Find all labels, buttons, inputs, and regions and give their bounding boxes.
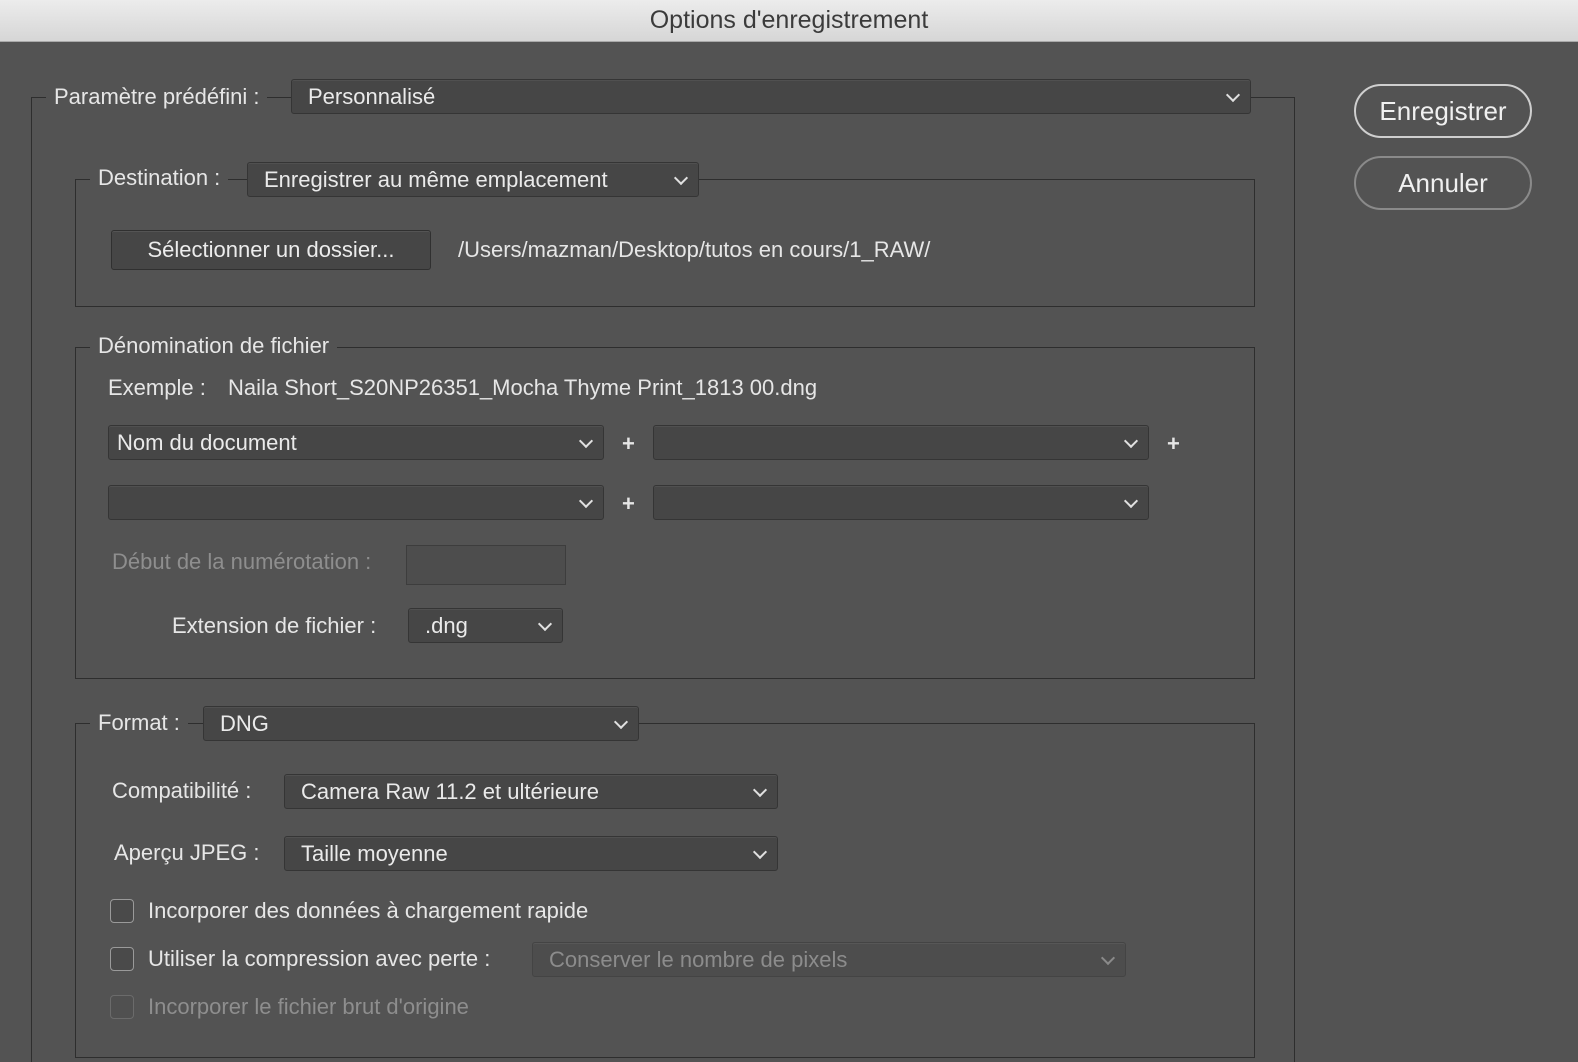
naming-field-1[interactable]: Nom du document bbox=[108, 425, 604, 460]
format-label: Format : bbox=[90, 708, 188, 738]
destination-value: Enregistrer au même emplacement bbox=[264, 166, 608, 192]
cancel-button[interactable]: Annuler bbox=[1354, 156, 1532, 210]
preview-value: Taille moyenne bbox=[301, 840, 448, 866]
lossy-select[interactable]: Conserver le nombre de pixels bbox=[532, 942, 1126, 977]
numbering-label: Début de la numérotation : bbox=[112, 549, 372, 574]
embed-raw-checkbox[interactable] bbox=[110, 995, 134, 1019]
embed-raw-label: Incorporer le fichier brut d'origine bbox=[148, 994, 469, 1019]
example-value: Naila Short_S20NP26351_Mocha Thyme Print… bbox=[228, 375, 818, 400]
preview-select[interactable]: Taille moyenne bbox=[284, 836, 778, 871]
format-select[interactable]: DNG bbox=[203, 706, 639, 741]
destination-path: /Users/mazman/Desktop/tutos en cours/1_R… bbox=[458, 237, 931, 262]
destination-select[interactable]: Enregistrer au même emplacement bbox=[247, 162, 699, 197]
example-label: Exemple : bbox=[108, 375, 206, 400]
chevron-down-icon bbox=[1123, 493, 1139, 508]
preset-value: Personnalisé bbox=[308, 83, 436, 109]
compat-value: Camera Raw 11.2 et ultérieure bbox=[301, 778, 599, 804]
compat-select[interactable]: Camera Raw 11.2 et ultérieure bbox=[284, 774, 778, 809]
lossy-value: Conserver le nombre de pixels bbox=[549, 946, 848, 972]
compat-label: Compatibilité : bbox=[112, 778, 252, 803]
plus-3: + bbox=[622, 491, 635, 516]
naming-section-label: Dénomination de fichier bbox=[90, 331, 338, 361]
title-bar: Options d'enregistrement bbox=[0, 0, 1578, 42]
naming-field-4[interactable] bbox=[653, 485, 1149, 520]
chevron-down-icon bbox=[578, 493, 594, 508]
window-title: Options d'enregistrement bbox=[649, 6, 929, 34]
naming-field-3[interactable] bbox=[108, 485, 604, 520]
lossy-checkbox[interactable] bbox=[110, 947, 134, 971]
numbering-input[interactable] bbox=[406, 545, 566, 585]
chevron-down-icon bbox=[1123, 433, 1139, 448]
fast-load-label: Incorporer des données à chargement rapi… bbox=[148, 898, 589, 923]
plus-1: + bbox=[622, 431, 635, 456]
save-button[interactable]: Enregistrer bbox=[1354, 84, 1532, 138]
naming-field-2[interactable] bbox=[653, 425, 1149, 460]
destination-label: Destination : bbox=[90, 163, 229, 193]
fast-load-checkbox[interactable] bbox=[110, 899, 134, 923]
preview-label: Aperçu JPEG : bbox=[114, 840, 260, 865]
plus-2: + bbox=[1167, 431, 1180, 456]
preset-label: Paramètre prédéfini : bbox=[46, 82, 268, 112]
format-value: DNG bbox=[220, 710, 269, 736]
extension-select[interactable]: .dng bbox=[408, 608, 563, 643]
preset-select[interactable]: Personnalisé bbox=[291, 79, 1251, 114]
naming-field-1-value: Nom du document bbox=[117, 429, 297, 455]
extension-label: Extension de fichier : bbox=[172, 613, 377, 638]
lossy-label: Utiliser la compression avec perte : bbox=[148, 946, 491, 971]
select-folder-button[interactable]: Sélectionner un dossier... bbox=[111, 230, 431, 270]
